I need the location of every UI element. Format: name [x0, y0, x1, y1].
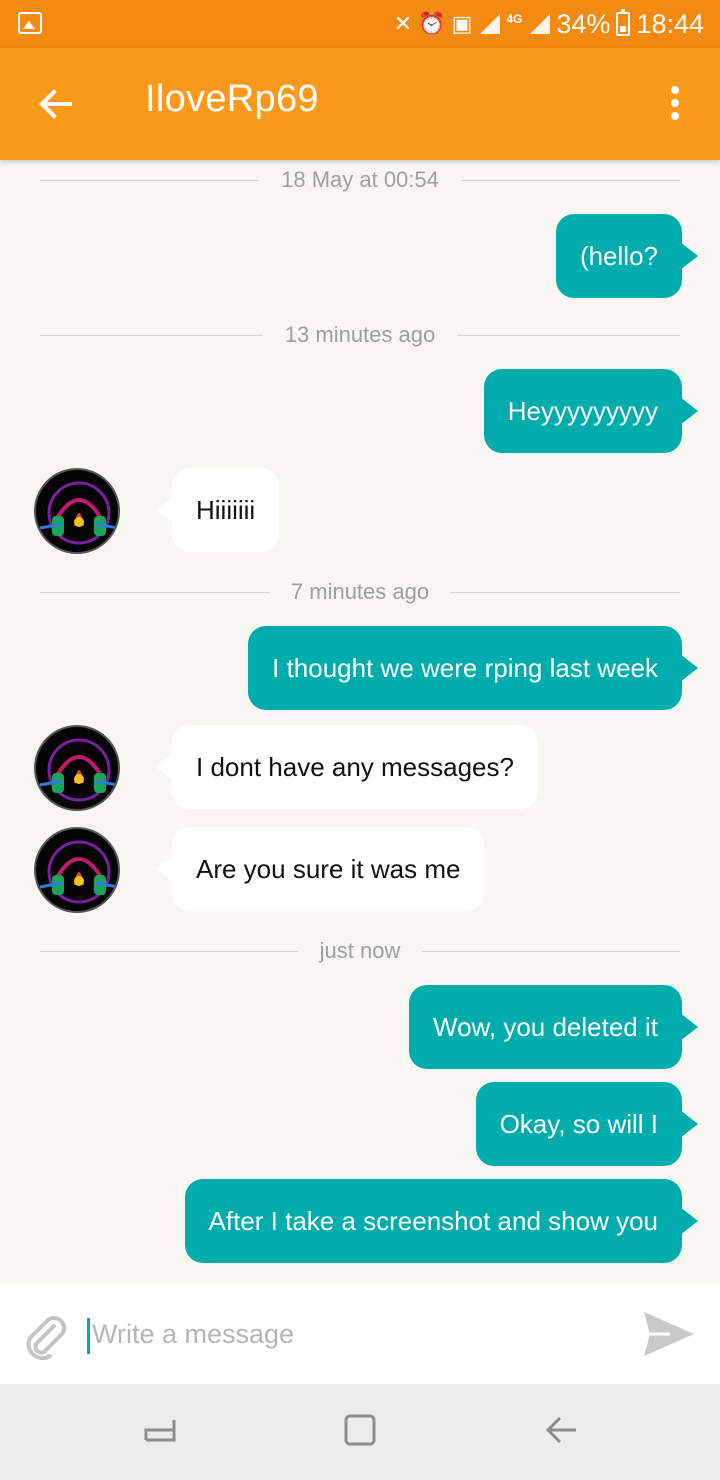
recents-icon[interactable] — [140, 1410, 180, 1450]
battery-icon — [616, 9, 631, 36]
alarm-icon: ⏰ — [418, 11, 446, 36]
status-bar: ✕ ⏰ ▣ 4G 34% 18:44 — [0, 0, 720, 48]
message-bubble-outgoing[interactable]: Okay, so will I — [475, 1082, 699, 1166]
message-composer — [0, 1284, 720, 1384]
sim-icon: ▣ — [451, 11, 473, 36]
message-bubble-outgoing[interactable]: (hello? — [555, 214, 699, 298]
headphones-avatar-image — [39, 840, 118, 904]
chat-title: IloveRp69 — [145, 78, 319, 120]
arrow-left-icon[interactable] — [36, 84, 76, 124]
more-vert-icon[interactable] — [668, 86, 682, 122]
message-bubble-outgoing[interactable]: I thought we were rping last week — [248, 626, 698, 710]
send-icon[interactable] — [640, 1308, 696, 1360]
conversation[interactable]: 18 May at 00:54 (hello? 13 minutes ago H… — [0, 160, 720, 1284]
network-type: 4G — [506, 12, 523, 26]
text-cursor — [87, 1318, 90, 1354]
system-nav-bar — [0, 1384, 720, 1480]
mute-icon: ✕ — [393, 11, 413, 36]
signal-icon — [478, 14, 501, 34]
app-bar: IloveRp69 — [0, 48, 720, 160]
battery-percent: 34% — [556, 8, 611, 39]
headphones-avatar-image — [39, 738, 118, 802]
message-bubble-incoming[interactable]: Hiiiiiii — [155, 468, 280, 552]
4g-signal-icon — [528, 14, 551, 34]
home-icon[interactable] — [340, 1410, 380, 1450]
message-bubble-outgoing[interactable]: Heyyyyyyyyy — [483, 369, 699, 453]
avatar[interactable] — [34, 468, 120, 554]
message-bubble-outgoing[interactable]: After I take a screenshot and show you — [184, 1179, 699, 1263]
avatar[interactable] — [34, 827, 120, 913]
date-divider: 13 minutes ago — [40, 322, 680, 348]
headphones-avatar-image — [39, 481, 118, 545]
date-divider: just now — [40, 938, 680, 964]
paperclip-icon[interactable] — [18, 1310, 70, 1362]
date-divider: 18 May at 00:54 — [40, 167, 680, 193]
date-divider: 7 minutes ago — [40, 579, 680, 605]
message-bubble-incoming[interactable]: Are you sure it was me — [155, 827, 485, 911]
message-input[interactable] — [88, 1306, 618, 1362]
message-bubble-incoming[interactable]: I dont have any messages? — [156, 725, 538, 809]
clock: 18:44 — [636, 8, 704, 39]
back-icon[interactable] — [542, 1410, 582, 1450]
avatar[interactable] — [34, 725, 120, 811]
message-bubble-outgoing[interactable]: Wow, you deleted it — [409, 985, 698, 1069]
gallery-icon — [18, 12, 42, 34]
status-icons: ✕ ⏰ ▣ 4G 34% 18:44 — [394, 6, 704, 42]
